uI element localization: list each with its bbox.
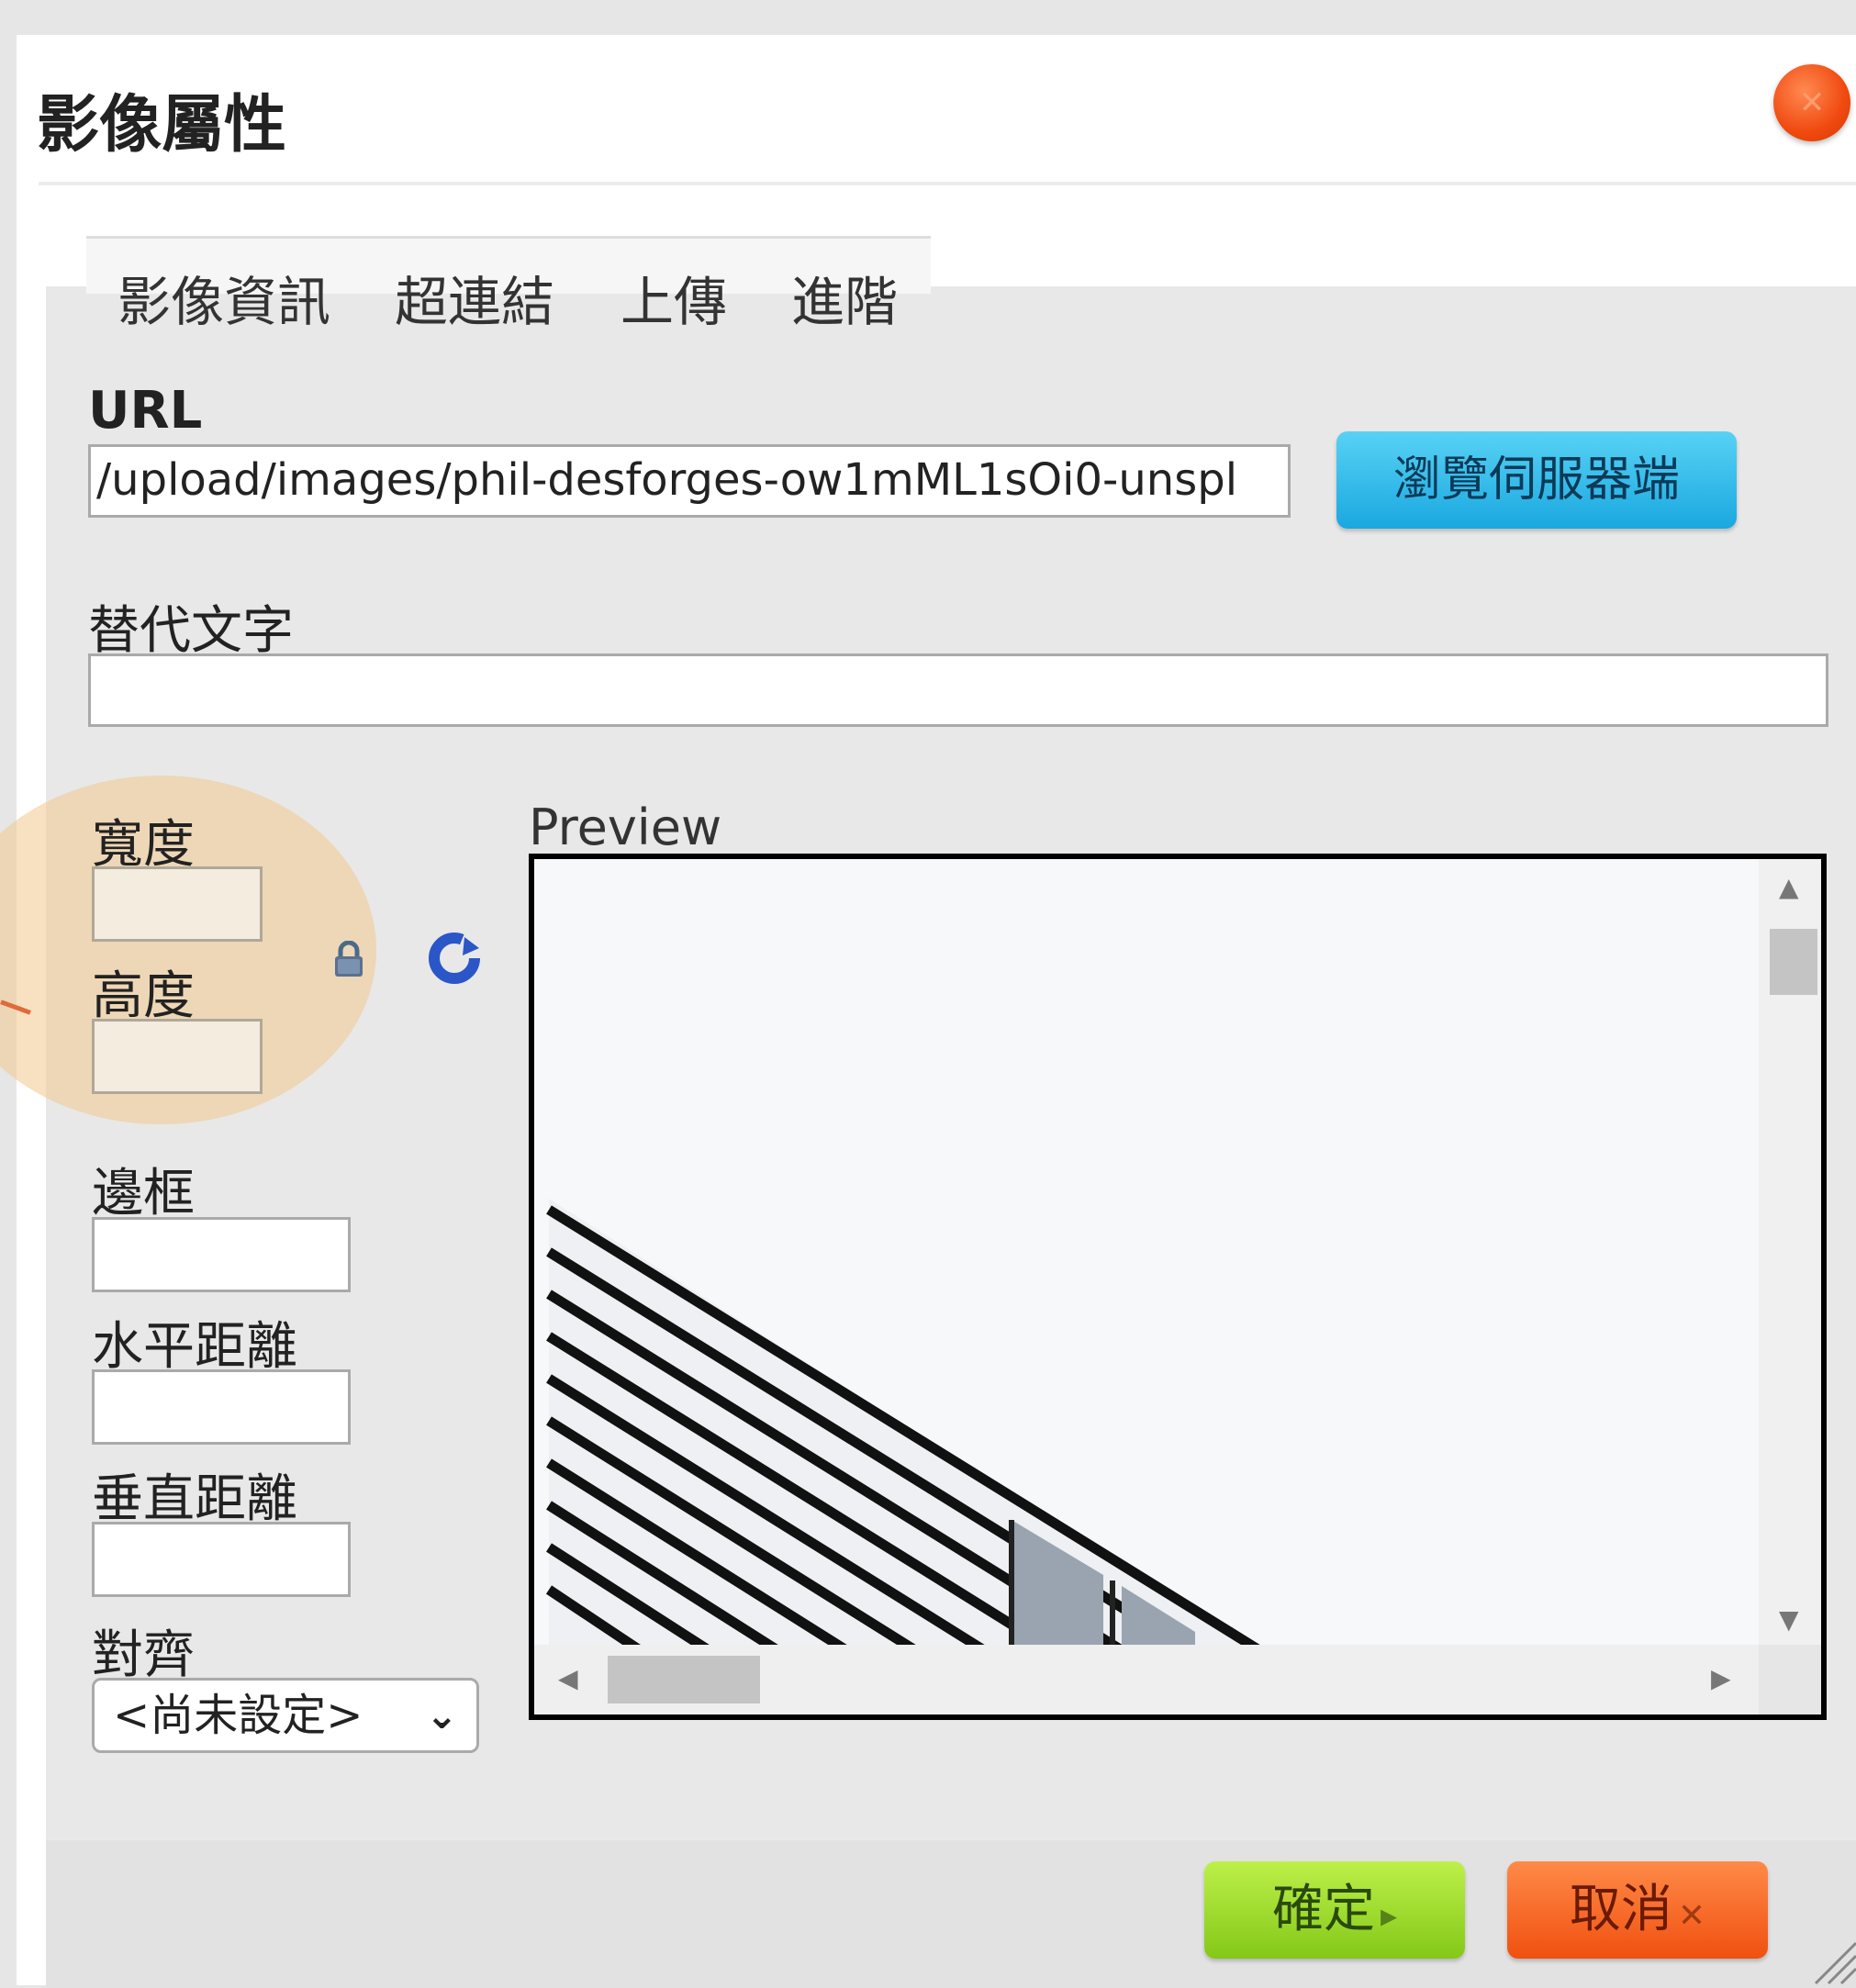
scroll-right-arrow-icon[interactable]: ▶ bbox=[1711, 1663, 1731, 1693]
width-input[interactable] bbox=[92, 866, 263, 942]
alt-text-label: 替代文字 bbox=[88, 601, 294, 661]
horizontal-scroll-thumb[interactable] bbox=[608, 1656, 760, 1703]
lock-icon[interactable] bbox=[332, 941, 365, 977]
scroll-down-arrow-icon[interactable]: ▼ bbox=[1779, 1604, 1799, 1635]
border-input[interactable] bbox=[92, 1217, 351, 1292]
tab-advanced[interactable]: 進階 bbox=[791, 259, 898, 336]
dialog-title: 影像屬性 bbox=[37, 89, 287, 162]
close-small-icon: ✕ bbox=[1677, 1897, 1706, 1935]
preview-vertical-scrollbar[interactable]: ▲ ▼ bbox=[1759, 859, 1821, 1650]
scroll-left-arrow-icon[interactable]: ◀ bbox=[558, 1663, 578, 1693]
tab-upload[interactable]: 上傳 bbox=[621, 259, 727, 336]
height-input[interactable] bbox=[92, 1019, 263, 1094]
border-label: 邊框 bbox=[92, 1164, 195, 1223]
tab-hyperlink[interactable]: 超連結 bbox=[395, 259, 554, 336]
url-input[interactable]: /upload/images/phil-desforges-ow1mML1sOi… bbox=[88, 444, 1291, 518]
refresh-icon[interactable] bbox=[428, 932, 481, 985]
scrollbar-corner bbox=[1759, 1645, 1821, 1714]
ok-button[interactable]: 確定 ▸ bbox=[1204, 1861, 1465, 1959]
preview-image bbox=[534, 859, 1759, 1650]
vertical-scroll-thumb[interactable] bbox=[1770, 929, 1817, 995]
tab-image-info[interactable]: 影像資訊 bbox=[117, 259, 330, 336]
cancel-button-label: 取消 bbox=[1569, 1880, 1672, 1939]
cancel-button[interactable]: 取消 ✕ bbox=[1507, 1861, 1768, 1959]
preview-label: Preview bbox=[529, 799, 722, 856]
url-label: URL bbox=[88, 381, 203, 441]
vspace-label: 垂直距離 bbox=[92, 1469, 297, 1529]
close-button[interactable]: ✕ bbox=[1773, 64, 1850, 141]
ok-button-label: 確定 bbox=[1271, 1880, 1375, 1939]
height-label: 高度 bbox=[92, 966, 195, 1026]
scroll-up-arrow-icon[interactable]: ▲ bbox=[1779, 872, 1799, 902]
align-label: 對齊 bbox=[92, 1625, 195, 1685]
resize-grip-icon[interactable] bbox=[1806, 1923, 1856, 1985]
close-icon: ✕ bbox=[1798, 84, 1826, 121]
preview-horizontal-scrollbar[interactable]: ◀ ▶ bbox=[534, 1645, 1759, 1714]
chevron-down-icon: ⌄ bbox=[425, 1692, 458, 1737]
alt-text-input[interactable] bbox=[88, 653, 1828, 727]
align-selected-value: <尚未設定> bbox=[113, 1690, 363, 1741]
hspace-label: 水平距離 bbox=[92, 1317, 297, 1377]
align-select[interactable]: <尚未設定> ⌄ bbox=[92, 1678, 479, 1753]
play-icon: ▸ bbox=[1380, 1897, 1398, 1935]
preview-frame: ▲ ▼ ◀ ▶ bbox=[529, 854, 1827, 1720]
vspace-input[interactable] bbox=[92, 1522, 351, 1597]
browse-server-button[interactable]: 瀏覽伺服器端 bbox=[1336, 431, 1737, 529]
hspace-input[interactable] bbox=[92, 1369, 351, 1445]
title-divider bbox=[39, 182, 1856, 185]
